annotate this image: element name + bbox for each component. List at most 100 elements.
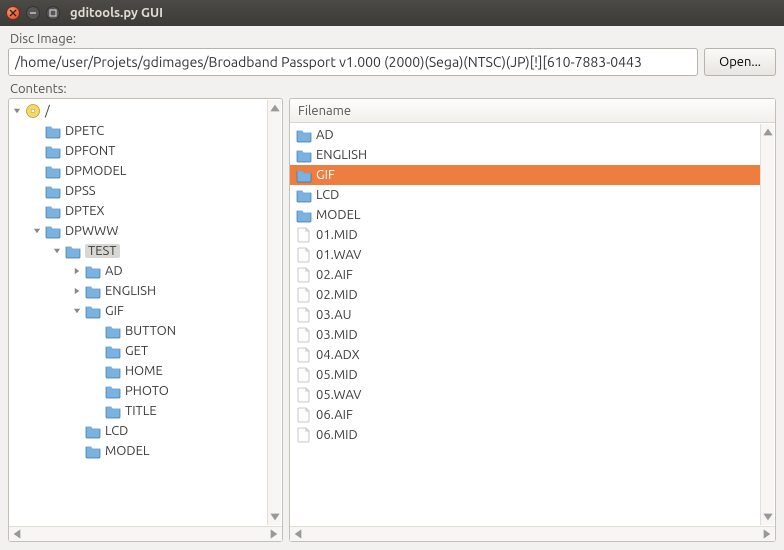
- tree-vertical-scrollbar[interactable]: [267, 100, 281, 525]
- tree-expander-icon[interactable]: [71, 265, 83, 277]
- tree-item-label: PHOTO: [125, 384, 169, 398]
- folder-icon: [296, 147, 312, 163]
- filelist-header[interactable]: Filename: [290, 99, 775, 123]
- filelist-horizontal-scrollbar[interactable]: [290, 526, 775, 541]
- folder-icon: [105, 323, 121, 339]
- tree-item[interactable]: AD: [9, 261, 268, 281]
- tree-item[interactable]: ENGLISH: [9, 281, 268, 301]
- folder-icon: [45, 223, 61, 239]
- tree-item[interactable]: GIF: [9, 301, 268, 321]
- list-item[interactable]: 05.MID: [290, 365, 761, 385]
- tree-item-label: HOME: [125, 364, 163, 378]
- tree-item[interactable]: /: [9, 101, 268, 121]
- tree-item[interactable]: DPFONT: [9, 141, 268, 161]
- tree-item-label: /: [45, 104, 50, 118]
- close-window-button[interactable]: [6, 6, 20, 20]
- list-item[interactable]: 03.MID: [290, 325, 761, 345]
- list-item[interactable]: ENGLISH: [290, 145, 761, 165]
- tree-item-label: MODEL: [105, 444, 149, 458]
- list-item-label: 05.MID: [316, 368, 358, 382]
- tree-item[interactable]: DPTEX: [9, 201, 268, 221]
- maximize-window-button[interactable]: [46, 6, 60, 20]
- folder-icon: [85, 263, 101, 279]
- window-title: gditools.py GUI: [70, 6, 163, 20]
- tree-item[interactable]: LCD: [9, 421, 268, 441]
- list-item[interactable]: 01.MID: [290, 225, 761, 245]
- list-item[interactable]: 03.AU: [290, 305, 761, 325]
- tree-item-label: TITLE: [125, 404, 157, 418]
- list-item[interactable]: GIF: [290, 165, 761, 185]
- folder-icon: [105, 363, 121, 379]
- folder-icon: [296, 187, 312, 203]
- tree-expander-icon[interactable]: [71, 285, 83, 297]
- list-item[interactable]: 02.MID: [290, 285, 761, 305]
- folder-icon: [296, 207, 312, 223]
- folder-icon: [45, 163, 61, 179]
- file-icon: [296, 287, 312, 303]
- folder-icon: [296, 167, 312, 183]
- tree-item-label: DPMODEL: [65, 164, 126, 178]
- list-item[interactable]: AD: [290, 125, 761, 145]
- list-item-label: AD: [316, 128, 334, 142]
- folder-icon: [105, 403, 121, 419]
- tree-item-label: BUTTON: [125, 324, 176, 338]
- list-item-label: 06.MID: [316, 428, 358, 442]
- tree-expander-icon[interactable]: [31, 225, 43, 237]
- tree-item[interactable]: DPETC: [9, 121, 268, 141]
- tree-item[interactable]: DPSS: [9, 181, 268, 201]
- list-item[interactable]: 04.ADX: [290, 345, 761, 365]
- folder-icon: [85, 283, 101, 299]
- list-item[interactable]: 05.WAV: [290, 385, 761, 405]
- tree-item-label: DPETC: [65, 124, 104, 138]
- tree-item-label: LCD: [105, 424, 128, 438]
- list-item-label: 02.AIF: [316, 268, 353, 282]
- list-item-label: 04.ADX: [316, 348, 360, 362]
- folder-icon: [65, 243, 81, 259]
- list-item[interactable]: 02.AIF: [290, 265, 761, 285]
- open-button[interactable]: Open...: [704, 48, 776, 76]
- list-item[interactable]: LCD: [290, 185, 761, 205]
- list-item-label: 02.MID: [316, 288, 358, 302]
- tree-item[interactable]: DPWWW: [9, 221, 268, 241]
- tree-item-label: ENGLISH: [105, 284, 156, 298]
- minimize-window-button[interactable]: [26, 6, 40, 20]
- list-item[interactable]: 06.MID: [290, 425, 761, 445]
- list-item-label: MODEL: [316, 208, 360, 222]
- tree-item[interactable]: BUTTON: [9, 321, 268, 341]
- tree-item-label: DPTEX: [65, 204, 105, 218]
- list-item[interactable]: MODEL: [290, 205, 761, 225]
- list-item[interactable]: 06.AIF: [290, 405, 761, 425]
- tree-expander-icon[interactable]: [51, 245, 63, 257]
- list-item-label: 01.WAV: [316, 248, 361, 262]
- tree-item[interactable]: DPMODEL: [9, 161, 268, 181]
- file-icon: [296, 227, 312, 243]
- tree-expander-icon[interactable]: [71, 305, 83, 317]
- folder-icon: [85, 423, 101, 439]
- file-icon: [296, 267, 312, 283]
- file-icon: [296, 247, 312, 263]
- tree-item[interactable]: MODEL: [9, 441, 268, 461]
- tree-expander-icon[interactable]: [11, 105, 23, 117]
- tree-item[interactable]: HOME: [9, 361, 268, 381]
- tree-item[interactable]: TEST: [9, 241, 268, 261]
- file-icon: [296, 407, 312, 423]
- tree-item-label: TEST: [85, 244, 120, 258]
- tree-item[interactable]: TITLE: [9, 401, 268, 421]
- folder-icon: [85, 303, 101, 319]
- filelist-vertical-scrollbar[interactable]: [760, 124, 774, 525]
- disc-image-path-input[interactable]: /home/user/Projets/gdimages/Broadband Pa…: [8, 48, 698, 76]
- tree-item-label: DPFONT: [65, 144, 115, 158]
- tree-item[interactable]: GET: [9, 341, 268, 361]
- list-item-label: ENGLISH: [316, 148, 367, 162]
- folder-icon: [45, 183, 61, 199]
- list-item[interactable]: 01.WAV: [290, 245, 761, 265]
- list-item-label: LCD: [316, 188, 339, 202]
- filelist-pane: Filename AD ENGLISH GIF LCD MODEL 01.MID 01.WA…: [289, 98, 776, 542]
- tree-item[interactable]: PHOTO: [9, 381, 268, 401]
- tree-horizontal-scrollbar[interactable]: [9, 526, 282, 541]
- list-item-label: 05.WAV: [316, 388, 361, 402]
- folder-icon: [105, 383, 121, 399]
- tree-item-label: AD: [105, 264, 123, 278]
- tree-item-label: DPSS: [65, 184, 96, 198]
- folder-icon: [45, 203, 61, 219]
